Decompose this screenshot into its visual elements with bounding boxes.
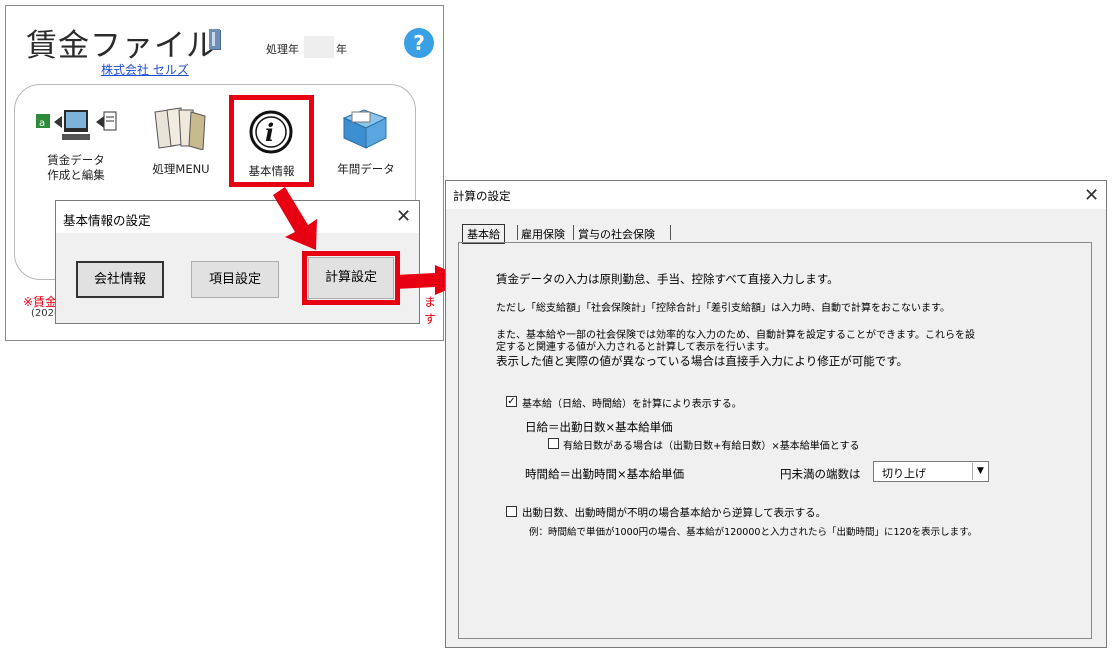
data-exchange-icon: a bbox=[36, 110, 117, 140]
paid-leave-label: 有給日数がある場合は（出勤日数+有給日数）×基本給単価とする bbox=[563, 441, 860, 452]
calc-dialog: 計算の設定 ✕ 基本給 雇用保険 賞与の社会保険 賃金データの入力は原則勤怠、手… bbox=[445, 180, 1107, 648]
reverse-calc-label: 出動日数、出動時間が不明の場合基本給から逆算して表示する。 bbox=[522, 507, 827, 519]
basic-calc-checkbox[interactable]: ✓ bbox=[506, 396, 517, 407]
calc-dialog-title: 計算の設定 bbox=[453, 189, 511, 203]
tile-wage-data-label-1: 賃金データ bbox=[47, 153, 105, 167]
tile-process-menu[interactable]: 処理MENU bbox=[141, 104, 221, 184]
rounding-value: 切り上げ bbox=[882, 467, 926, 480]
basic-calc-label: 基本給（日給、時間給）を計算により表示する。 bbox=[522, 399, 742, 410]
book-icon bbox=[209, 29, 221, 50]
hourly-formula: 時間給＝出勤時間×基本給単価 bbox=[525, 467, 685, 481]
tile-basic-info[interactable]: i 基本情報 bbox=[229, 95, 314, 187]
note-line-2: 定すると関連する値が入力されると計算して表示を行います。 bbox=[496, 342, 775, 353]
year-suffix: 年 bbox=[336, 43, 347, 56]
dialog-title: 基本情報の設定 bbox=[63, 213, 151, 228]
tile-wage-data[interactable]: a 賃金データ 作成と編集 bbox=[28, 104, 124, 184]
close-icon[interactable]: ✕ bbox=[1084, 187, 1099, 205]
reverse-calc-checkbox[interactable] bbox=[506, 506, 517, 517]
year-input[interactable] bbox=[304, 36, 334, 58]
daily-formula: 日給＝出勤日数×基本給単価 bbox=[525, 420, 673, 434]
rounding-select[interactable]: 切り上げ ▼ bbox=[873, 461, 989, 482]
arrows bbox=[273, 187, 470, 295]
auto-calc-text: ただし「総支給額」「社会保険計」「控除合計」「差引支給額」は入力時、自動で計算を… bbox=[496, 303, 950, 314]
tab-basic-pay[interactable]: 基本給 bbox=[462, 224, 505, 244]
help-button[interactable]: ? bbox=[404, 28, 434, 58]
books-icon bbox=[154, 107, 206, 150]
svg-text:i: i bbox=[265, 118, 274, 147]
chevron-down-icon[interactable]: ▼ bbox=[972, 463, 988, 480]
rounding-label: 円未満の端数は bbox=[780, 467, 861, 481]
svg-text:a: a bbox=[39, 118, 45, 129]
company-link[interactable]: 株式会社 セルズ bbox=[101, 61, 189, 78]
app-title: 賃金ファイル bbox=[26, 28, 218, 64]
tile-annual-data[interactable]: 年間データ bbox=[326, 104, 406, 184]
arrow-down-icon bbox=[273, 187, 317, 250]
year-prefix: 処理年 bbox=[266, 43, 299, 56]
paid-leave-checkbox[interactable] bbox=[548, 438, 559, 449]
example-text: 例：時間給で単価が1000円の場合、基本給が120000と入力されたら「出動時間… bbox=[529, 527, 978, 538]
note-line-3: 表示した値と実際の値が異なっている場合は直接手入力により修正が可能です。 bbox=[496, 354, 909, 368]
tab-employment-insurance[interactable]: 雇用保険 bbox=[521, 226, 565, 242]
calc-titlebar bbox=[446, 181, 1106, 209]
tile-annual-data-label: 年間データ bbox=[337, 162, 395, 176]
company-info-button[interactable]: 会社情報 bbox=[76, 261, 164, 298]
tile-wage-data-label-2: 作成と編集 bbox=[47, 168, 105, 182]
intro-text: 賃金データの入力は原則勤怠、手当、控除すべて直接入力します。 bbox=[496, 272, 839, 286]
tile-process-menu-label: 処理MENU bbox=[152, 162, 210, 176]
file-box-icon bbox=[342, 109, 388, 149]
info-icon: i bbox=[249, 110, 293, 154]
tile-basic-info-label: 基本情報 bbox=[248, 164, 295, 178]
tab-bonus-social-insurance[interactable]: 賞与の社会保険 bbox=[578, 226, 655, 242]
